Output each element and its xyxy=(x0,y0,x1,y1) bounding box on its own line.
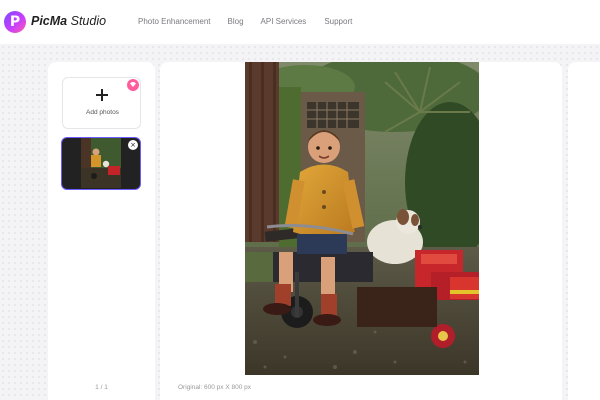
plus-icon xyxy=(96,89,108,101)
brand-light: Studio xyxy=(67,14,107,28)
thumbnail-image xyxy=(81,138,121,188)
brand-name[interactable]: PicMa Studio xyxy=(31,14,106,28)
premium-diamond-icon[interactable] xyxy=(127,79,139,91)
picma-logo-icon[interactable]: P xyxy=(4,11,26,33)
main-nav: Photo Enhancement Blog API Services Supp… xyxy=(138,17,352,26)
original-photo xyxy=(245,62,479,375)
photo-list-panel: Add photos × 1 / 1 xyxy=(48,62,155,400)
top-header: P PicMa Studio Photo Enhancement Blog AP… xyxy=(0,0,600,44)
nav-blog[interactable]: Blog xyxy=(228,17,244,26)
logo-letter: P xyxy=(9,14,21,30)
brand-bold: PicMa xyxy=(31,14,68,28)
nav-api-services[interactable]: API Services xyxy=(261,17,307,26)
preview-panel: Original: 600 px X 800 px xyxy=(160,62,562,400)
add-photos-label: Add photos xyxy=(86,109,119,116)
page-counter: 1 / 1 xyxy=(95,384,108,391)
original-size-caption: Original: 600 px X 800 px xyxy=(178,384,251,391)
remove-photo-icon[interactable]: × xyxy=(128,140,138,150)
nav-photo-enhancement[interactable]: Photo Enhancement xyxy=(138,17,211,26)
right-panel xyxy=(568,62,600,400)
photo-thumbnail[interactable]: × xyxy=(61,137,141,190)
nav-support[interactable]: Support xyxy=(324,17,352,26)
